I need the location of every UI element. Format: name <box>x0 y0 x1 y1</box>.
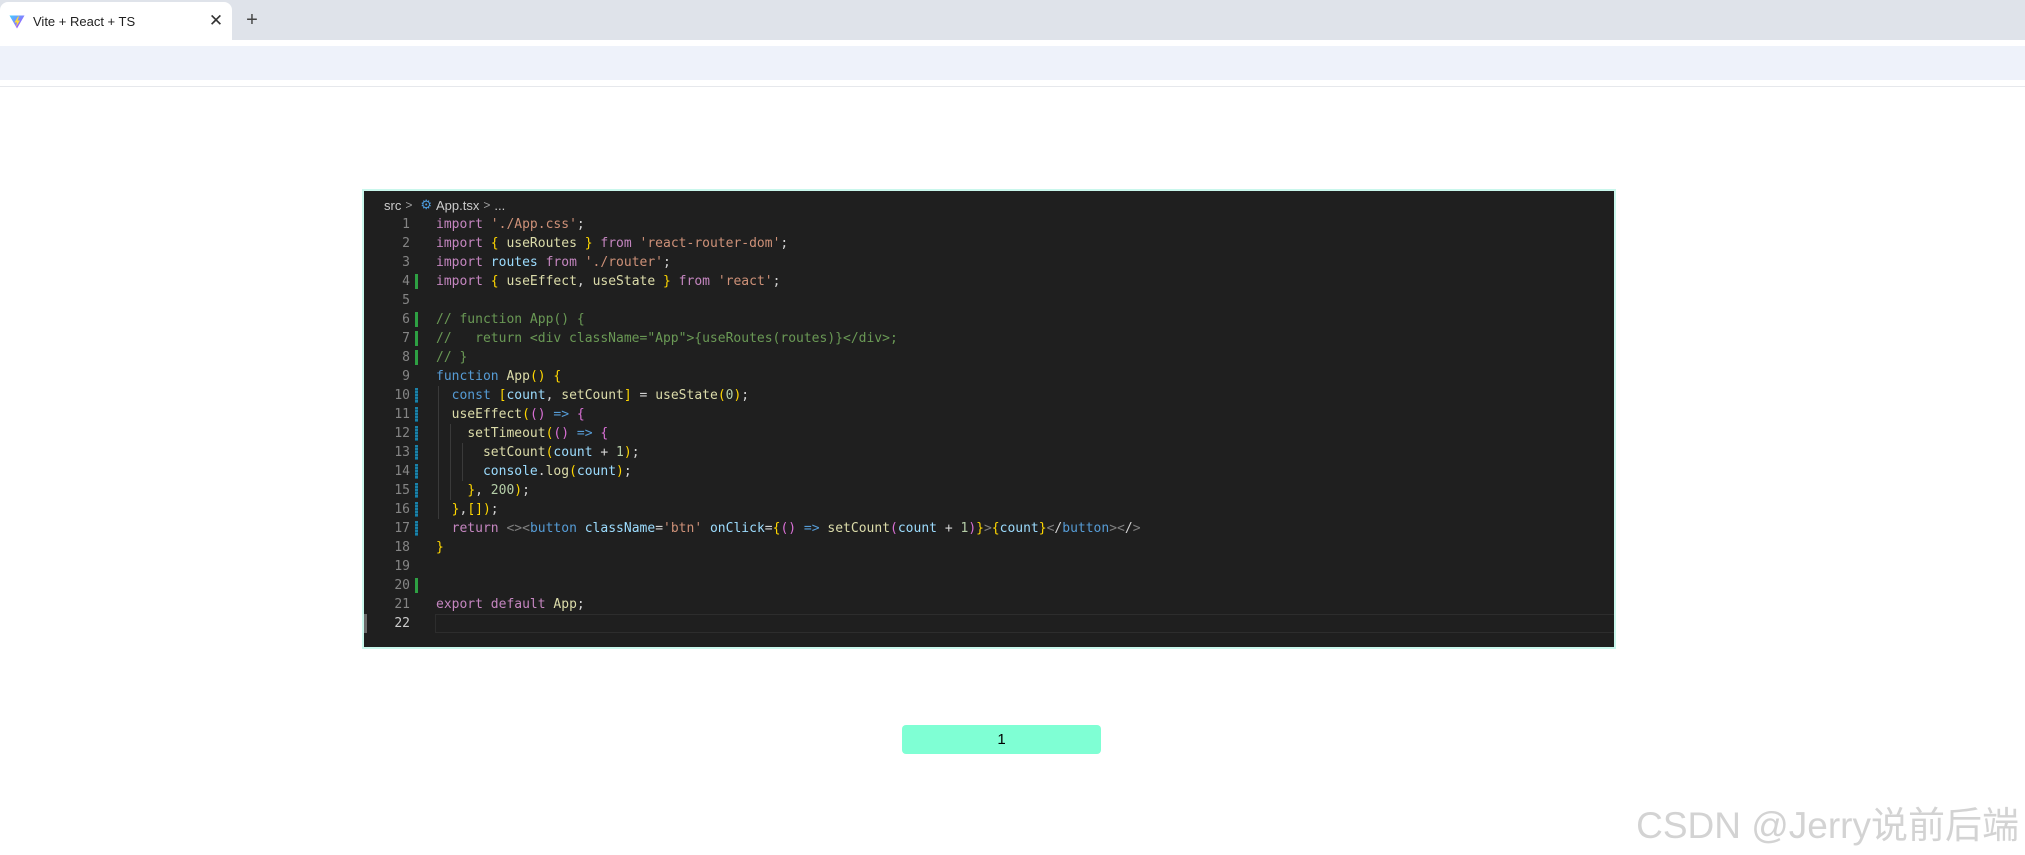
code-line: 3 import routes from './router'; <box>364 253 1614 272</box>
line-number: 21 <box>394 597 410 612</box>
code-text: return <><button className='btn' onClick… <box>451 521 1141 536</box>
code-text: // return <div className="App">{useRoute… <box>436 331 898 346</box>
code-text: setCount(count + 1); <box>482 445 640 460</box>
line-number: 6 <box>402 312 410 327</box>
line-number: 4 <box>402 274 410 289</box>
code-text: setTimeout(() => { <box>467 426 609 441</box>
breadcrumb-file: App.tsx <box>436 197 480 213</box>
count-button[interactable]: 1 <box>902 725 1101 754</box>
vite-logo-icon <box>9 15 25 29</box>
line-number: 16 <box>394 502 410 517</box>
line-number: 1 <box>402 217 410 232</box>
code-line: 8 // } <box>364 348 1614 367</box>
code-text: import routes from './router'; <box>436 255 671 270</box>
line-number: 9 <box>402 369 410 384</box>
git-modified-marker <box>415 483 418 498</box>
new-tab-button[interactable]: + <box>242 8 262 32</box>
code-line: 2 import { useRoutes } from 'react-router… <box>364 234 1614 253</box>
code-line: 4 import { useEffect, useState } from 're… <box>364 272 1614 291</box>
git-modified-marker <box>415 445 418 460</box>
line-number: 8 <box>402 350 410 365</box>
code-text: function App() { <box>436 369 562 384</box>
code-text: const [count, setCount] = useState(0); <box>451 388 750 403</box>
code-line: 14 console.log(count); <box>364 462 1614 481</box>
line-number: 19 <box>394 559 410 574</box>
line-number: 3 <box>402 255 410 270</box>
code-text: import { useRoutes } from 'react-router-… <box>436 236 789 251</box>
current-line-highlight <box>435 614 1614 633</box>
code-line: 18} <box>364 538 1614 557</box>
code-text: export default App; <box>436 597 585 612</box>
code-line: 11 useEffect(() => { <box>364 405 1614 424</box>
code-line: 5 <box>364 291 1614 310</box>
line-number: 13 <box>394 445 410 460</box>
tab-title: Vite + React + TS <box>33 14 136 29</box>
code-text: // } <box>436 350 468 365</box>
line-number: 22 <box>394 616 410 631</box>
line-number: 20 <box>394 578 410 593</box>
code-line: 7 // return <div className="App">{useRout… <box>364 329 1614 348</box>
code-line: 20 <box>364 576 1614 595</box>
line-number: 12 <box>394 426 410 441</box>
code-line: 22 <box>364 614 1614 633</box>
line-number: 5 <box>402 293 410 308</box>
line-number: 14 <box>394 464 410 479</box>
git-modified-marker <box>415 521 418 536</box>
code-text: import { useEffect, useState } from 'rea… <box>436 274 781 289</box>
git-added-marker <box>415 578 418 593</box>
code-line: 12 setTimeout(() => { <box>364 424 1614 443</box>
code-line: 19 <box>364 557 1614 576</box>
line-number: 10 <box>394 388 410 403</box>
code-text: console.log(count); <box>482 464 632 479</box>
code-line: 6 // function App() { <box>364 310 1614 329</box>
code-text: import './App.css'; <box>436 217 585 232</box>
code-text: } <box>436 540 444 555</box>
git-modified-marker <box>415 502 418 517</box>
line-number: 2 <box>402 236 410 251</box>
code-area: 1 import './App.css'; 2 import { useRoutes … <box>364 215 1614 633</box>
line-number: 11 <box>394 407 410 422</box>
code-line: 16 },[]); <box>364 500 1614 519</box>
code-line: 9 function App() { <box>364 367 1614 386</box>
bookmarks-bar <box>0 46 2025 80</box>
git-added-marker <box>415 312 418 327</box>
code-text: },[]); <box>451 502 499 517</box>
code-line: 10 const [count, setCount] = useState(0)… <box>364 386 1614 405</box>
code-line: 13 setCount(count + 1); <box>364 443 1614 462</box>
line-number: 7 <box>402 331 410 346</box>
browser-tab-strip: Vite + React + TS ✕ + <box>0 0 2025 40</box>
line-number: 17 <box>394 521 410 536</box>
chevron-right-icon: > <box>405 198 413 212</box>
breadcrumb-folder: src <box>384 197 402 213</box>
code-text: }, 200); <box>467 483 530 498</box>
breadcrumb-more: ... <box>494 197 506 213</box>
watermark: CSDN @Jerry说前后端 <box>1636 805 2019 846</box>
git-added-marker <box>415 350 418 365</box>
tab-close-icon[interactable]: ✕ <box>206 11 226 31</box>
git-modified-marker <box>415 407 418 422</box>
browser-tab[interactable]: Vite + React + TS ✕ <box>0 2 232 40</box>
code-line: 21 export default App; <box>364 595 1614 614</box>
code-text: useEffect(() => { <box>451 407 585 422</box>
page-divider <box>0 86 2025 87</box>
git-added-marker <box>415 331 418 346</box>
git-modified-marker <box>415 388 418 403</box>
code-editor-screenshot: src > ⚙ App.tsx > ... 1 import './App.css… <box>364 191 1614 647</box>
chevron-right-icon: > <box>483 198 491 212</box>
code-text: // function App() { <box>436 312 585 327</box>
breadcrumb: src > ⚙ App.tsx > ... <box>384 196 505 214</box>
code-line: 1 import './App.css'; <box>364 215 1614 234</box>
git-modified-marker <box>415 464 418 479</box>
code-line: 15 }, 200); <box>364 481 1614 500</box>
line-number: 15 <box>394 483 410 498</box>
line-number: 18 <box>394 540 410 555</box>
code-line: 17 return <><button className='btn' onCl… <box>364 519 1614 538</box>
git-added-marker <box>415 274 418 289</box>
react-gear-icon: ⚙ <box>420 197 433 212</box>
git-modified-marker <box>415 426 418 441</box>
